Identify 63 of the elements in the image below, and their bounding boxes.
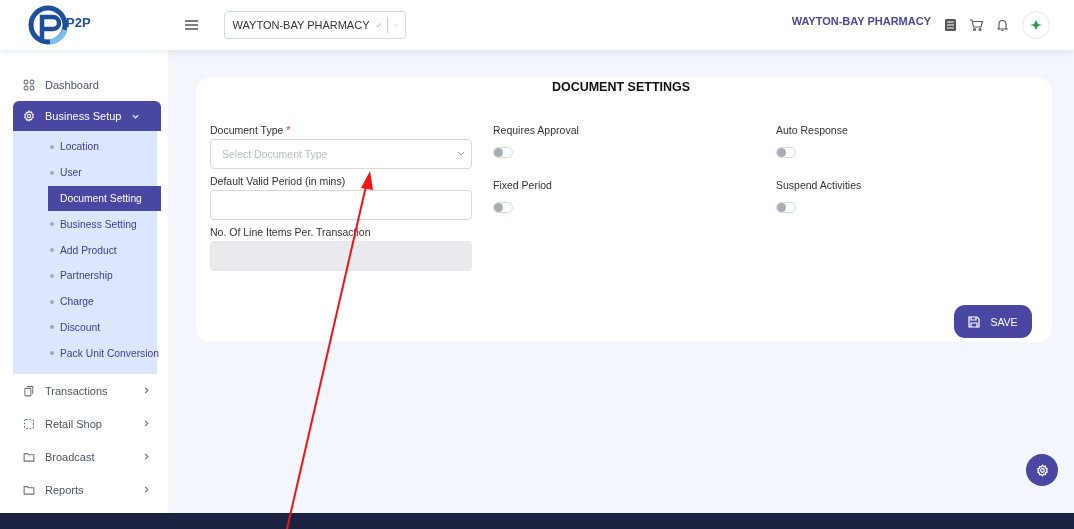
logo-icon	[28, 5, 68, 45]
chevron-right-icon	[142, 485, 151, 495]
chevron-down-icon	[457, 151, 465, 157]
bell-icon	[997, 19, 1008, 31]
cart-button[interactable]	[970, 19, 983, 31]
menu-button[interactable]	[184, 20, 198, 30]
toggle-label: Requires Approval	[493, 124, 580, 136]
floppy-disk-icon	[968, 315, 981, 328]
chevron-right-icon	[142, 452, 151, 462]
gear-icon	[1035, 463, 1049, 477]
store-name: WAYTON-BAY PHARMACY	[791, 15, 931, 27]
dashed-square-icon	[23, 417, 35, 430]
card-title: DOCUMENT SETTINGS	[551, 80, 691, 94]
toggle-switch[interactable]	[776, 147, 796, 158]
folder-icon	[23, 450, 35, 463]
sidebar-item[interactable]: Retail Shop	[13, 407, 161, 441]
settings-button[interactable]	[1026, 454, 1058, 486]
submenu-item[interactable]: Pack Unit Conversion	[48, 340, 161, 367]
field-label: Default Valid Period (in mins)	[210, 175, 347, 187]
sidebar-item[interactable]: Broadcast	[13, 440, 161, 474]
document-icon	[945, 19, 956, 31]
store-select[interactable]: WAYTON-BAY PHARMACY	[223, 11, 406, 39]
submenu-item[interactable]: Location	[48, 134, 161, 160]
sidebar-item-label: Retail Shop	[45, 417, 102, 430]
list-button[interactable]	[945, 19, 956, 31]
copy-icon	[23, 384, 35, 397]
required-mark: *	[286, 124, 291, 136]
sidebar-item-label: Reports	[45, 483, 84, 496]
submenu-item[interactable]: Business Setting	[48, 211, 161, 238]
submenu-item[interactable]: User	[48, 159, 161, 186]
toggle-label: Auto Response	[776, 124, 849, 136]
toggle-switch[interactable]	[776, 202, 796, 213]
submenu-item[interactable]: Discount	[48, 314, 161, 341]
grid-icon	[23, 78, 35, 91]
toggle-switch[interactable]	[493, 147, 513, 158]
check-icon	[375, 20, 382, 30]
field-label: Document Type *	[210, 124, 292, 136]
sidebar-item-label: Business Setup	[45, 110, 122, 122]
sidebar-item-label: Transactions	[45, 384, 108, 397]
submenu-item[interactable]: Add Product	[48, 237, 161, 263]
save-button[interactable]: SAVE	[954, 305, 1032, 338]
chevron-down-icon	[393, 21, 399, 29]
menu-icon	[184, 20, 198, 30]
cart-icon	[970, 19, 983, 31]
folder-icon	[23, 483, 35, 496]
chevron-right-icon	[142, 419, 151, 429]
sidebar-item-label: Broadcast	[45, 450, 95, 463]
sidebar-item[interactable]: Business Setup	[13, 101, 161, 131]
sidebar-item[interactable]: Transactions	[13, 374, 161, 408]
gear-icon	[23, 110, 35, 122]
sidebar-item-label: Dashboard	[45, 78, 99, 91]
submenu-item[interactable]: Charge	[48, 288, 161, 315]
input-field[interactable]	[210, 190, 472, 220]
toggle-label: Fixed Period	[493, 179, 553, 191]
notifications-button[interactable]	[997, 19, 1008, 31]
brand-name: P2P	[66, 14, 91, 30]
submenu-item[interactable]: Document Setting	[48, 185, 161, 212]
toggle-label: Suspend Activities	[776, 179, 863, 191]
chevron-right-icon	[142, 386, 151, 396]
sidebar-item[interactable]: Dashboard	[13, 68, 161, 101]
submenu-item[interactable]: Partnership	[48, 263, 161, 289]
sidebar-item[interactable]: Reports	[13, 473, 161, 507]
toggle-switch[interactable]	[493, 202, 513, 213]
